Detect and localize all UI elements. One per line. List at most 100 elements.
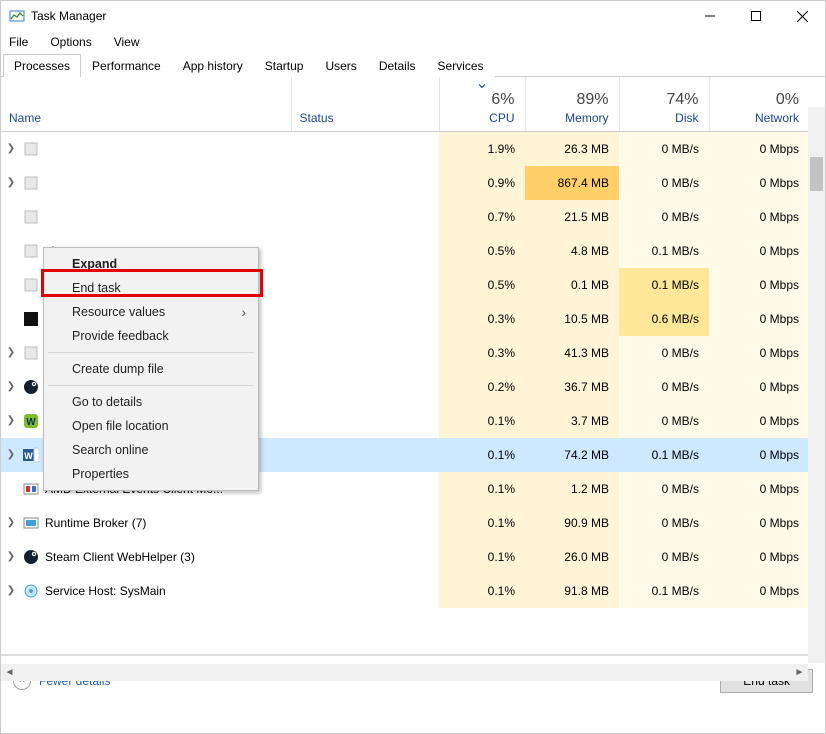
process-table-wrap: .Name .Status 6%CPU 89%Memory 74%Disk 0%… <box>1 77 825 655</box>
table-row[interactable]: ❯Runtime Broker (7)0.1%90.9 MB0 MB/s0 Mb… <box>1 506 809 540</box>
process-name: Runtime Broker (7) <box>45 516 146 530</box>
close-button[interactable] <box>779 1 825 31</box>
network-cell: 0 Mbps <box>709 370 809 404</box>
context-menu-create-dump-file[interactable]: Create dump file <box>46 357 256 381</box>
disk-cell: 0 MB/s <box>619 166 709 200</box>
service-icon <box>23 583 39 599</box>
col-memory[interactable]: 89%Memory <box>525 77 619 131</box>
generic-icon <box>23 345 39 361</box>
scroll-right-icon[interactable]: ► <box>791 667 808 678</box>
network-cell: 0 Mbps <box>709 166 809 200</box>
memory-cell: 4.8 MB <box>525 234 619 268</box>
status-cell <box>291 166 439 200</box>
tab-details[interactable]: Details <box>368 54 427 77</box>
col-cpu[interactable]: 6%CPU <box>439 77 525 131</box>
status-cell <box>291 540 439 574</box>
memory-cell: 21.5 MB <box>525 200 619 234</box>
network-cell: 0 Mbps <box>709 200 809 234</box>
expand-icon[interactable]: ❯ <box>5 517 17 528</box>
expand-icon[interactable]: ❯ <box>5 381 17 392</box>
scroll-track[interactable] <box>18 664 791 681</box>
expand-icon[interactable]: ❯ <box>5 551 17 562</box>
disk-cell: 0.6 MB/s <box>619 302 709 336</box>
window-title: Task Manager <box>31 9 106 23</box>
disk-cell: 0.1 MB/s <box>619 574 709 608</box>
network-cell: 0 Mbps <box>709 574 809 608</box>
expand-icon[interactable]: ❯ <box>5 449 17 460</box>
disk-cell: 0 MB/s <box>619 131 709 166</box>
menu-options[interactable]: Options <box>46 33 95 51</box>
network-cell: 0 Mbps <box>709 336 809 370</box>
tab-strip: ProcessesPerformanceApp historyStartupUs… <box>1 53 825 77</box>
maximize-button[interactable] <box>733 1 779 31</box>
scroll-left-icon[interactable]: ◄ <box>1 667 18 678</box>
tab-performance[interactable]: Performance <box>81 54 172 77</box>
col-network[interactable]: 0%Network <box>709 77 809 131</box>
network-cell: 0 Mbps <box>709 268 809 302</box>
context-menu-resource-values[interactable]: Resource values <box>46 300 256 324</box>
col-status[interactable]: .Status <box>291 77 439 131</box>
table-row[interactable]: ❯ Service Host: SysMain 0.1%91.8 MB0.1 MB/… <box>1 574 809 608</box>
process-name: Service Host: SysMain <box>45 584 166 598</box>
horizontal-scrollbar[interactable]: ◄ ► <box>1 664 808 681</box>
col-disk[interactable]: 74%Disk <box>619 77 709 131</box>
memory-cell: 74.2 MB <box>525 438 619 472</box>
memory-cell: 41.3 MB <box>525 336 619 370</box>
amd-icon <box>23 481 39 497</box>
context-menu-go-to-details[interactable]: Go to details <box>46 390 256 414</box>
memory-cell: 91.8 MB <box>525 574 619 608</box>
context-menu[interactable]: ExpandEnd taskResource valuesProvide fee… <box>43 247 259 491</box>
menu-view[interactable]: View <box>110 33 144 51</box>
context-menu-separator <box>48 385 254 386</box>
disk-cell: 0.1 MB/s <box>619 234 709 268</box>
context-menu-end-task[interactable]: End task <box>46 276 256 300</box>
status-cell <box>291 574 439 608</box>
table-row[interactable]: ❯0.7%21.5 MB0 MB/s0 Mbps <box>1 200 809 234</box>
status-cell <box>291 370 439 404</box>
status-cell <box>291 234 439 268</box>
context-menu-separator <box>48 352 254 353</box>
status-cell <box>291 268 439 302</box>
tab-processes[interactable]: Processes <box>3 54 81 77</box>
tab-services[interactable]: Services <box>427 54 495 77</box>
table-row[interactable]: ❯1.9%26.3 MB0 MB/s0 Mbps <box>1 131 809 166</box>
table-row[interactable]: ❯0.9%867.4 MB0 MB/s0 Mbps <box>1 166 809 200</box>
expand-icon[interactable]: ❯ <box>5 347 17 358</box>
status-cell <box>291 131 439 166</box>
context-menu-expand[interactable]: Expand <box>46 252 256 276</box>
cpu-cell: 0.1% <box>439 574 525 608</box>
network-cell: 0 Mbps <box>709 472 809 506</box>
context-menu-open-file-location[interactable]: Open file location <box>46 414 256 438</box>
context-menu-search-online[interactable]: Search online <box>46 438 256 462</box>
cpu-cell: 1.9% <box>439 131 525 166</box>
table-row[interactable]: ❯Steam Client WebHelper (3)0.1%26.0 MB0 … <box>1 540 809 574</box>
tab-users[interactable]: Users <box>314 54 367 77</box>
runtime-icon <box>23 515 39 531</box>
network-cell: 0 Mbps <box>709 234 809 268</box>
col-name[interactable]: .Name <box>1 77 291 131</box>
generic-icon <box>23 243 39 259</box>
context-menu-properties[interactable]: Properties <box>46 462 256 486</box>
memory-cell: 3.7 MB <box>525 404 619 438</box>
expand-icon[interactable]: ❯ <box>5 585 17 596</box>
network-cell: 0 Mbps <box>709 131 809 166</box>
expand-icon[interactable]: ❯ <box>5 177 17 188</box>
menu-file[interactable]: File <box>5 33 32 51</box>
minimize-button[interactable] <box>687 1 733 31</box>
scrollbar-thumb[interactable] <box>810 157 823 191</box>
tab-app-history[interactable]: App history <box>172 54 254 77</box>
cpu-cell: 0.7% <box>439 200 525 234</box>
tab-startup[interactable]: Startup <box>254 54 315 77</box>
disk-cell: 0 MB/s <box>619 472 709 506</box>
svg-text:W: W <box>24 451 33 461</box>
cpu-cell: 0.1% <box>439 404 525 438</box>
expand-icon[interactable]: ❯ <box>5 415 17 426</box>
context-menu-provide-feedback[interactable]: Provide feedback <box>46 324 256 348</box>
taskmgr-icon <box>9 8 25 24</box>
memory-cell: 867.4 MB <box>525 166 619 200</box>
disk-cell: 0.1 MB/s <box>619 268 709 302</box>
vertical-scrollbar[interactable] <box>808 107 825 663</box>
cpu-cell: 0.3% <box>439 302 525 336</box>
cpu-cell: 0.1% <box>439 438 525 472</box>
expand-icon[interactable]: ❯ <box>5 143 17 154</box>
